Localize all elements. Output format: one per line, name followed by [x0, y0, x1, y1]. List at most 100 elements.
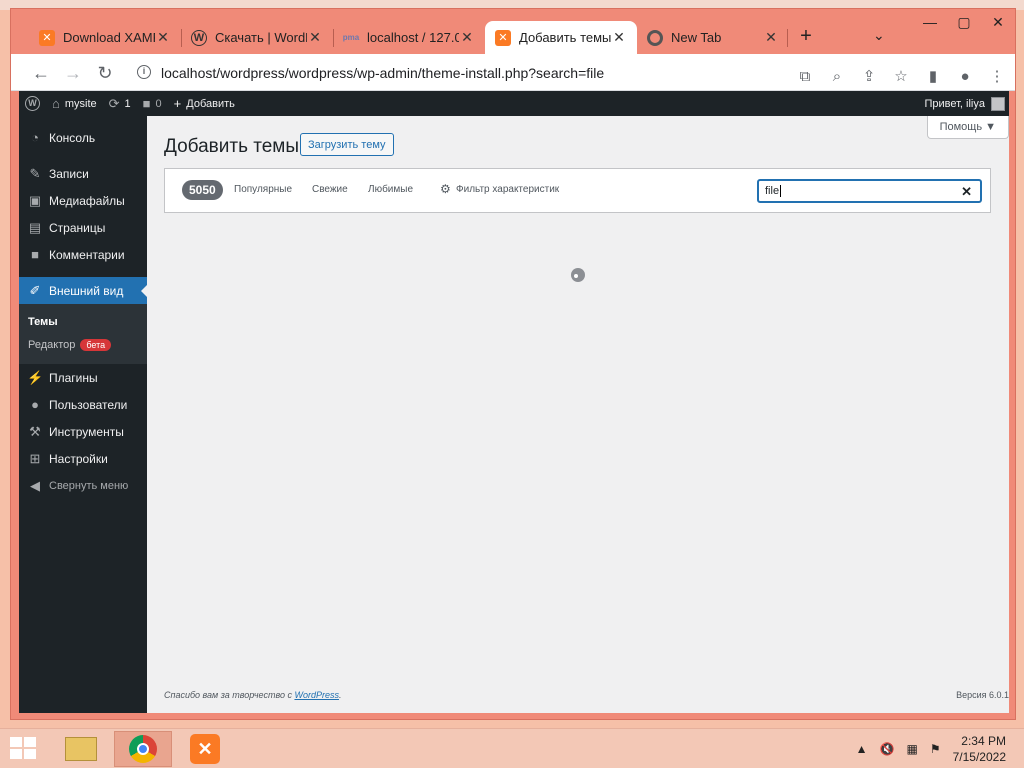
tab-phpmyadmin[interactable]: pma localhost / 127.0.0.1 ✕ — [333, 21, 485, 54]
action-center-icon[interactable]: ⚑ — [930, 742, 941, 756]
clear-search-icon[interactable]: ✕ — [961, 184, 972, 200]
network-icon[interactable]: ▦ — [907, 742, 918, 756]
filter-link-popular[interactable]: Популярные — [234, 184, 292, 195]
submenu-label: Темы — [28, 315, 58, 328]
minimize-button[interactable]: — — [913, 9, 947, 35]
tab-search-chevron-icon[interactable]: ⌄ — [873, 27, 885, 44]
collapse-arrow-icon: ◀ — [30, 477, 40, 493]
sidebar-item-appearance[interactable]: ✐ Внешний вид — [19, 277, 147, 304]
tab-title: Скачать | WordPress — [215, 30, 307, 45]
info-icon[interactable]: i — [137, 65, 151, 79]
sidepanel-icon[interactable]: ▮ — [921, 64, 945, 88]
close-icon[interactable]: ✕ — [307, 29, 323, 46]
avatar — [991, 96, 1005, 111]
browser-toolbar: ← → ↻ i localhost/wordpress/wordpress/wp… — [11, 54, 1015, 91]
tab-title: localhost / 127.0.0.1 — [367, 30, 459, 45]
tab-new-tab[interactable]: New Tab ✕ — [637, 21, 789, 54]
xampp-icon: ✕ — [495, 29, 511, 46]
windows-logo-icon — [10, 737, 22, 747]
footer-text: Спасибо вам за творчество с — [164, 690, 295, 700]
settings-icon: ⊞ — [29, 450, 41, 466]
profile-avatar-icon[interactable]: ● — [953, 64, 977, 88]
forward-button[interactable]: → — [61, 61, 85, 85]
taskbar-xampp[interactable]: ✕ — [176, 731, 234, 767]
sidebar-item-label: Пользователи — [49, 397, 128, 412]
submenu-item-themes[interactable]: Темы — [19, 310, 147, 333]
filter-link-favorites[interactable]: Любимые — [368, 184, 413, 195]
reload-button[interactable]: ↻ — [93, 61, 117, 85]
clock[interactable]: 2:34 PM 7/15/2022 — [953, 733, 1006, 765]
filter-link-latest[interactable]: Свежие — [312, 184, 348, 195]
submenu-item-editor[interactable]: Редактор бета — [19, 333, 147, 356]
new-tab-button[interactable]: + — [793, 25, 819, 48]
new-content-link[interactable]: + Добавить — [168, 91, 241, 116]
search-value: file — [765, 185, 780, 197]
tab-download-xampp[interactable]: ✕ Download XAMPP ✕ — [29, 21, 181, 54]
main-area: Помощь ▼ Добавить темы Загрузить тему 50… — [147, 116, 1009, 713]
volume-muted-icon[interactable]: 🔇 — [880, 742, 895, 756]
close-icon[interactable]: ✕ — [459, 29, 475, 46]
close-icon[interactable]: ✕ — [763, 29, 779, 46]
close-icon[interactable]: ✕ — [611, 29, 627, 46]
upload-theme-button[interactable]: Загрузить тему — [300, 133, 394, 156]
theme-filter-bar: 5050 Популярные Свежие Любимые ⚙ Фильтр … — [164, 168, 991, 213]
sidebar-item-comments[interactable]: ■ Комментарии — [19, 241, 147, 268]
site-name: mysite — [64, 97, 97, 110]
comments-count: 0 — [155, 97, 162, 110]
dashboard-icon: ◔ — [31, 130, 39, 145]
sidebar-item-label: Настройки — [49, 451, 108, 466]
sidebar-item-pages[interactable]: ▤ Страницы — [19, 214, 147, 241]
tab-add-themes[interactable]: ✕ Добавить темы ✕ — [485, 21, 637, 54]
sidebar-item-settings[interactable]: ⊞ Настройки — [19, 445, 147, 472]
sidebar-item-label: Инструменты — [49, 424, 124, 439]
beta-badge: бета — [80, 338, 112, 351]
taskbar-file-explorer[interactable] — [52, 731, 110, 767]
admin-sidebar: ◔ Консоль ✎ Записи ▣ Медиафайлы ▤ Страни… — [19, 116, 147, 713]
appearance-submenu: Темы Редактор бета — [19, 304, 147, 364]
show-hidden-icons-icon[interactable]: ▲ — [856, 742, 868, 756]
address-bar[interactable]: i localhost/wordpress/wordpress/wp-admin… — [129, 58, 1009, 87]
page-icon: ▤ — [28, 219, 42, 235]
theme-search-input[interactable]: file ✕ — [757, 179, 982, 203]
zoom-icon[interactable]: ⌕ — [825, 64, 849, 88]
home-icon: ⌂ — [52, 96, 60, 111]
translate-icon[interactable]: ⧉ — [793, 64, 817, 88]
windows-taskbar: ✕ ▲ 🔇 ▦ ⚑ 2:34 PM 7/15/2022 — [0, 728, 1024, 768]
share-icon[interactable]: ⇪ — [857, 64, 881, 88]
help-button[interactable]: Помощь ▼ — [926, 116, 1009, 139]
close-icon[interactable]: ✕ — [155, 29, 171, 46]
tab-wordpress-download[interactable]: W Скачать | WordPress ✕ — [181, 21, 333, 54]
sidebar-item-media[interactable]: ▣ Медиафайлы — [19, 187, 147, 214]
close-window-button[interactable]: ✕ — [981, 9, 1015, 35]
user-icon: ● — [31, 397, 39, 412]
plugin-icon: ⚡ — [27, 369, 44, 385]
sidebar-item-plugins[interactable]: ⚡ Плагины — [19, 364, 147, 391]
sidebar-item-users[interactable]: ● Пользователи — [19, 391, 147, 418]
maximize-button[interactable]: ▢ — [947, 9, 981, 35]
footer-thanks: Спасибо вам за творчество с WordPress. — [164, 690, 342, 700]
menu-kebab-icon[interactable]: ⋮ — [985, 64, 1009, 88]
sidebar-item-label: Консоль — [49, 130, 96, 145]
sidebar-item-posts[interactable]: ✎ Записи — [19, 160, 147, 187]
site-name-link[interactable]: ⌂ mysite — [46, 91, 103, 116]
sidebar-item-tools[interactable]: ⚒ Инструменты — [19, 418, 147, 445]
submenu-label: Редактор — [28, 338, 76, 351]
sidebar-item-dashboard[interactable]: ◔ Консоль — [19, 124, 147, 151]
account-menu[interactable]: Привет, iliya — [924, 91, 1005, 116]
collapse-menu-button[interactable]: ◀ Свернуть меню — [19, 472, 147, 499]
taskbar-chrome[interactable] — [114, 731, 172, 767]
help-label: Помощь ▼ — [939, 121, 996, 133]
updates-count: 1 — [124, 97, 131, 110]
back-button[interactable]: ← — [29, 61, 53, 85]
comments-link[interactable]: ■ 0 — [137, 91, 168, 116]
wordpress-icon: W — [191, 29, 207, 46]
footer-dot: . — [338, 690, 342, 700]
updates-link[interactable]: ⟳ 1 — [103, 91, 137, 116]
wordpress-link[interactable]: WordPress — [294, 690, 339, 700]
feature-filter-button[interactable]: Фильтр характеристик — [456, 184, 559, 195]
bookmark-star-icon[interactable]: ☆ — [889, 64, 913, 88]
wordpress-logo-button[interactable]: W — [19, 91, 46, 116]
theme-count-badge: 5050 — [182, 180, 223, 200]
chrome-icon — [647, 29, 663, 46]
start-button[interactable] — [10, 737, 38, 761]
